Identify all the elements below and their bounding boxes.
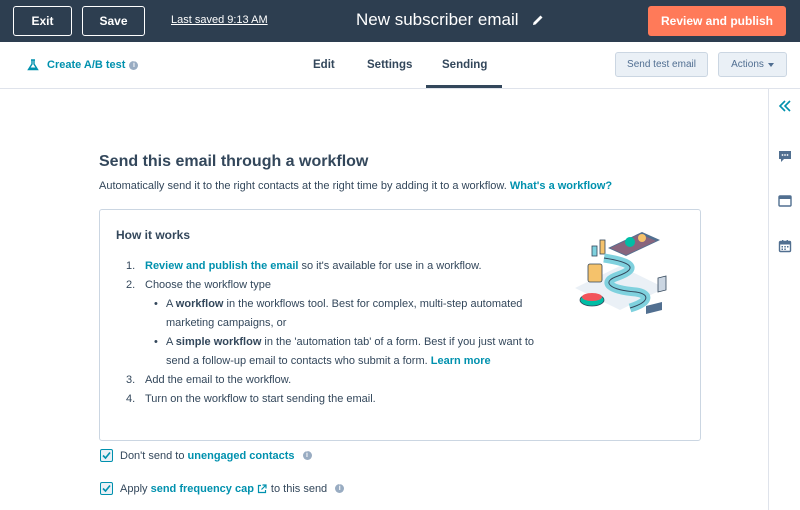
pencil-icon[interactable] (531, 13, 545, 27)
check-text: Apply (120, 482, 148, 495)
last-saved-link[interactable]: Last saved 9:13 AM (171, 14, 268, 26)
checkmark-icon (102, 451, 111, 460)
workflow-illustration (575, 232, 667, 314)
step-number: 3. (126, 374, 136, 386)
actions-dropdown[interactable]: Actions (718, 52, 787, 77)
tab-settings[interactable]: Settings (367, 59, 412, 71)
sub-toolbar: Create A/B test i Edit Settings Sending … (0, 42, 800, 89)
bullet-icon: • (154, 336, 158, 348)
how-it-works-card: How it works 1. Review and publish the e… (99, 209, 701, 441)
tab-edit[interactable]: Edit (313, 59, 335, 71)
top-bar: Exit Save Last saved 9:13 AM New subscri… (0, 0, 800, 42)
unengaged-contacts-option[interactable]: Don't send to unengaged contacts i (100, 449, 312, 462)
bullet-icon: • (154, 298, 158, 310)
bullet-bold-text: workflow (175, 298, 224, 310)
subtitle-text: Automatically send it to the right conta… (99, 180, 507, 192)
steps-list: 1. Review and publish the email so it's … (126, 257, 546, 409)
step-number: 2. (126, 279, 136, 291)
bullet-simple-workflow: • A simple workflow in the 'automation t… (126, 333, 546, 371)
review-and-publish-email-link[interactable]: Review and publish the email (145, 260, 298, 272)
flask-icon (27, 59, 39, 71)
checkbox-frequency-cap[interactable] (100, 482, 113, 495)
checkmark-icon (102, 484, 111, 493)
info-icon[interactable]: i (335, 484, 345, 493)
review-and-publish-button[interactable]: Review and publish (648, 6, 786, 36)
browser-window-icon[interactable] (778, 194, 792, 208)
right-sidebar (768, 89, 800, 510)
step-text: Choose the workflow type (145, 279, 271, 291)
send-frequency-cap-link[interactable]: send frequency cap (151, 483, 254, 495)
caret-down-icon (767, 62, 774, 67)
actions-label: Actions (731, 59, 764, 70)
step-text: Turn on the workflow to start sending th… (145, 393, 376, 405)
step-text: so it's available for use in a workflow. (298, 260, 482, 272)
email-title-area[interactable]: New subscriber email (356, 10, 545, 30)
check-text: Don't send to (120, 449, 185, 462)
step-2: 2. Choose the workflow type (126, 276, 546, 295)
step-number: 1. (126, 260, 136, 272)
check-text: to this send (270, 482, 328, 495)
active-tab-indicator (426, 85, 502, 88)
info-icon[interactable]: i (302, 451, 312, 460)
send-test-email-button[interactable]: Send test email (615, 52, 708, 77)
email-title: New subscriber email (356, 10, 519, 29)
step-number: 4. (126, 393, 136, 405)
how-it-works-title: How it works (116, 228, 191, 242)
whats-a-workflow-link[interactable]: What's a workflow? (510, 180, 612, 192)
checkbox-unengaged[interactable] (100, 449, 113, 462)
save-button[interactable]: Save (82, 6, 145, 36)
calendar-icon[interactable] (778, 239, 792, 253)
bullet-workflow: • A workflow in the workflows tool. Best… (126, 295, 546, 333)
collapse-double-chevron-icon[interactable] (778, 99, 792, 113)
section-subtitle: Automatically send it to the right conta… (99, 180, 612, 192)
bullet-bold-text: simple workflow (175, 336, 262, 348)
send-frequency-cap-option[interactable]: Apply send frequency cap to this send i (100, 482, 345, 495)
step-4: 4. Turn on the workflow to start sending… (126, 390, 546, 409)
exit-button[interactable]: Exit (13, 6, 72, 36)
info-icon[interactable]: i (129, 60, 139, 70)
comments-icon[interactable] (778, 149, 792, 163)
create-ab-test-link[interactable]: Create A/B test i (27, 59, 139, 71)
section-title: Send this email through a workflow (99, 153, 369, 170)
bullet-text: A (166, 336, 176, 348)
unengaged-contacts-link[interactable]: unengaged contacts (188, 450, 295, 462)
step-3: 3. Add the email to the workflow. (126, 371, 546, 390)
ab-test-label: Create A/B test (47, 59, 126, 71)
step-text: Add the email to the workflow. (145, 374, 292, 386)
external-link-icon[interactable] (257, 483, 267, 494)
learn-more-link[interactable]: Learn more (431, 355, 491, 367)
step-1: 1. Review and publish the email so it's … (126, 257, 546, 276)
tab-sending[interactable]: Sending (442, 59, 487, 71)
bullet-text: A (166, 298, 176, 310)
